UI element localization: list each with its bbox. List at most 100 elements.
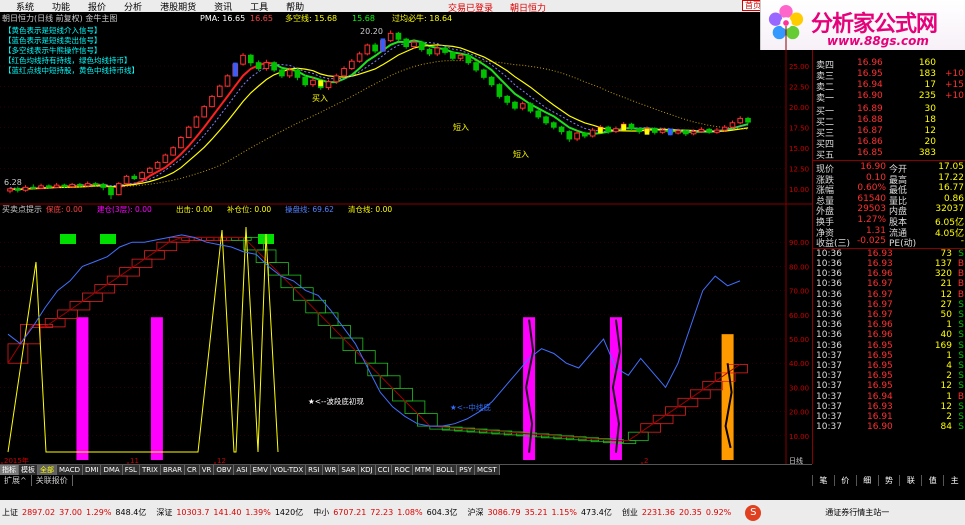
quote-panel-tab[interactable]: 细 (855, 475, 878, 486)
candle-body (348, 60, 355, 70)
extension-tab[interactable]: 关联报价 (32, 475, 73, 486)
tick-row: 10:37 16.93 12 S (813, 402, 965, 413)
extension-tab[interactable]: 扩展^ (0, 475, 32, 486)
index-quote[interactable]: 创业 2231.36 20.35 0.92% (622, 507, 735, 518)
tick-price: 16.95 (867, 361, 893, 371)
stat-value: 0.86 (943, 193, 964, 204)
bid-row: 买五 16.85 383 (813, 148, 965, 161)
tick-side: B (957, 279, 964, 290)
candle-body (224, 75, 231, 87)
stat-value: 17.22 (938, 172, 964, 183)
quote-panel-tab[interactable]: 值 (921, 475, 943, 486)
candle (481, 68, 487, 80)
candle (38, 183, 44, 189)
indicator-tab[interactable]: DMA (101, 465, 123, 475)
candle (302, 75, 309, 87)
candle (737, 116, 744, 125)
indicator-tab[interactable]: WR (322, 465, 340, 475)
tick-row: 10:37 16.94 1 B (813, 392, 965, 403)
quote-panel-tab[interactable]: 联 (899, 475, 921, 486)
indicator-tab[interactable]: TRIX (139, 465, 161, 475)
indicator-tab[interactable]: 模板 (19, 465, 38, 475)
menu-item-quote[interactable]: 报价 (88, 0, 106, 13)
buy-signal-candle (644, 128, 650, 135)
index-quote[interactable]: 上证 2897.02 37.00 1.29% 848.4亿 (2, 507, 150, 518)
indicator-tab[interactable]: SAR (339, 465, 359, 475)
indicator-tab[interactable]: BRAR (160, 465, 185, 475)
stat-value: 29503 (857, 204, 886, 215)
sell-signal-candle (232, 62, 238, 77)
menu-item-function[interactable]: 功能 (52, 0, 70, 13)
indicator-tab[interactable]: MCST (475, 465, 500, 475)
indicator-tab[interactable]: FSL (122, 465, 140, 475)
indicator-tab[interactable]: ROC (392, 465, 413, 475)
bull-ma-line (9, 61, 275, 191)
indicator-tab[interactable]: CCI (375, 465, 393, 475)
quote-panel-tab[interactable]: 主 (943, 475, 965, 486)
candle-body (14, 188, 21, 191)
indicator-tab[interactable]: 全部 (38, 465, 57, 475)
indicator-tab[interactable]: MTM (412, 465, 435, 475)
tick-side: S (958, 361, 964, 371)
candle-body (636, 128, 643, 133)
menu-item-system[interactable]: 系统 (16, 0, 34, 13)
index-field: 1.39% (245, 508, 271, 517)
stat-value: 1.31 (865, 225, 886, 236)
index-quote[interactable]: 沪深 3086.79 35.21 1.15% 473.4亿 (468, 507, 616, 518)
indicator-tab[interactable]: DMI (82, 465, 102, 475)
main-y-axis: 25.00 22.50 20.00 17.50 15.00 12.50 10.00 (789, 63, 809, 194)
indicator-tab[interactable]: OBV (214, 465, 235, 475)
indicator-tab[interactable]: BOLL (434, 465, 458, 475)
tick-volume: 1 (946, 320, 952, 331)
indicator-tab[interactable]: ASI (234, 465, 251, 475)
candle (683, 129, 689, 136)
indicator-tab[interactable]: CR (185, 465, 200, 475)
indicator-tab[interactable]: PSY (457, 465, 476, 475)
bid-row: 买三 16.87 12 (813, 126, 965, 139)
stat-row: 现价 16.90 今开 17.05 (813, 162, 965, 175)
chart-area[interactable]: 25.00 22.50 20.00 17.50 15.00 12.50 10.00 朝日恒力… (0, 12, 812, 464)
index-field: 604.3亿 (426, 508, 458, 517)
indicator-tab[interactable]: VOL-TDX (270, 465, 307, 475)
candle (512, 100, 518, 111)
sub-chart-header: 买卖点提示 (2, 204, 42, 214)
x-tick-label: 2 (644, 457, 648, 464)
stat-row: 净资 1.31 流通 4.05亿 (813, 225, 965, 239)
candle (294, 68, 301, 81)
quote-panel-tab[interactable]: 价 (833, 475, 856, 486)
candle (550, 121, 557, 130)
candle-body (558, 126, 565, 133)
menu-item-news[interactable]: 资讯 (214, 0, 232, 13)
operation-line (7, 234, 741, 427)
tick-row: 10:37 16.95 12 S (813, 381, 965, 392)
index-field: 2897.02 (22, 508, 56, 517)
menu-item-hk-futures[interactable]: 港股期货 (160, 0, 196, 13)
index-field: 1.08% (397, 508, 423, 517)
stat-row: 收益(三) -0.025 PE(动) - (813, 236, 965, 249)
ask-change: +10 (945, 91, 964, 101)
ime-s-icon[interactable]: S (745, 504, 762, 521)
candle (356, 51, 363, 63)
index-quote[interactable]: 深证 10303.7 141.40 1.39% 1420亿 (156, 507, 307, 518)
menu-item-help[interactable]: 帮助 (286, 0, 304, 13)
index-field: 1420亿 (274, 508, 304, 517)
menu-item-analysis[interactable]: 分析 (124, 0, 142, 13)
candle (69, 182, 75, 188)
indicator-tab[interactable]: VR (199, 465, 215, 475)
candle-body (628, 123, 635, 130)
tick-price: 16.97 (867, 289, 893, 300)
quote-panel-tab[interactable]: 势 (877, 475, 900, 486)
indicator-tab[interactable]: KDJ (358, 465, 376, 475)
tick-row: 10:36 16.93 73 S (813, 249, 965, 260)
y-tick-label: 30.00 (789, 384, 809, 392)
indicator-tab[interactable]: RSI (306, 465, 323, 475)
quote-panel-tab[interactable]: 笔 (812, 475, 834, 486)
entry-label: 买入 (312, 94, 328, 103)
index-quote[interactable]: 中小 6707.21 72.23 1.08% 604.3亿 (313, 507, 461, 518)
indicator-tab[interactable]: EMV (250, 465, 271, 475)
indicator-tab[interactable]: MACD (57, 465, 83, 475)
candle (589, 127, 596, 138)
indicator-tab[interactable]: 指标 (0, 465, 19, 475)
menu-item-tools[interactable]: 工具 (250, 0, 268, 13)
annotation-wave-bottom: ★<--波段底初现 (308, 396, 364, 406)
